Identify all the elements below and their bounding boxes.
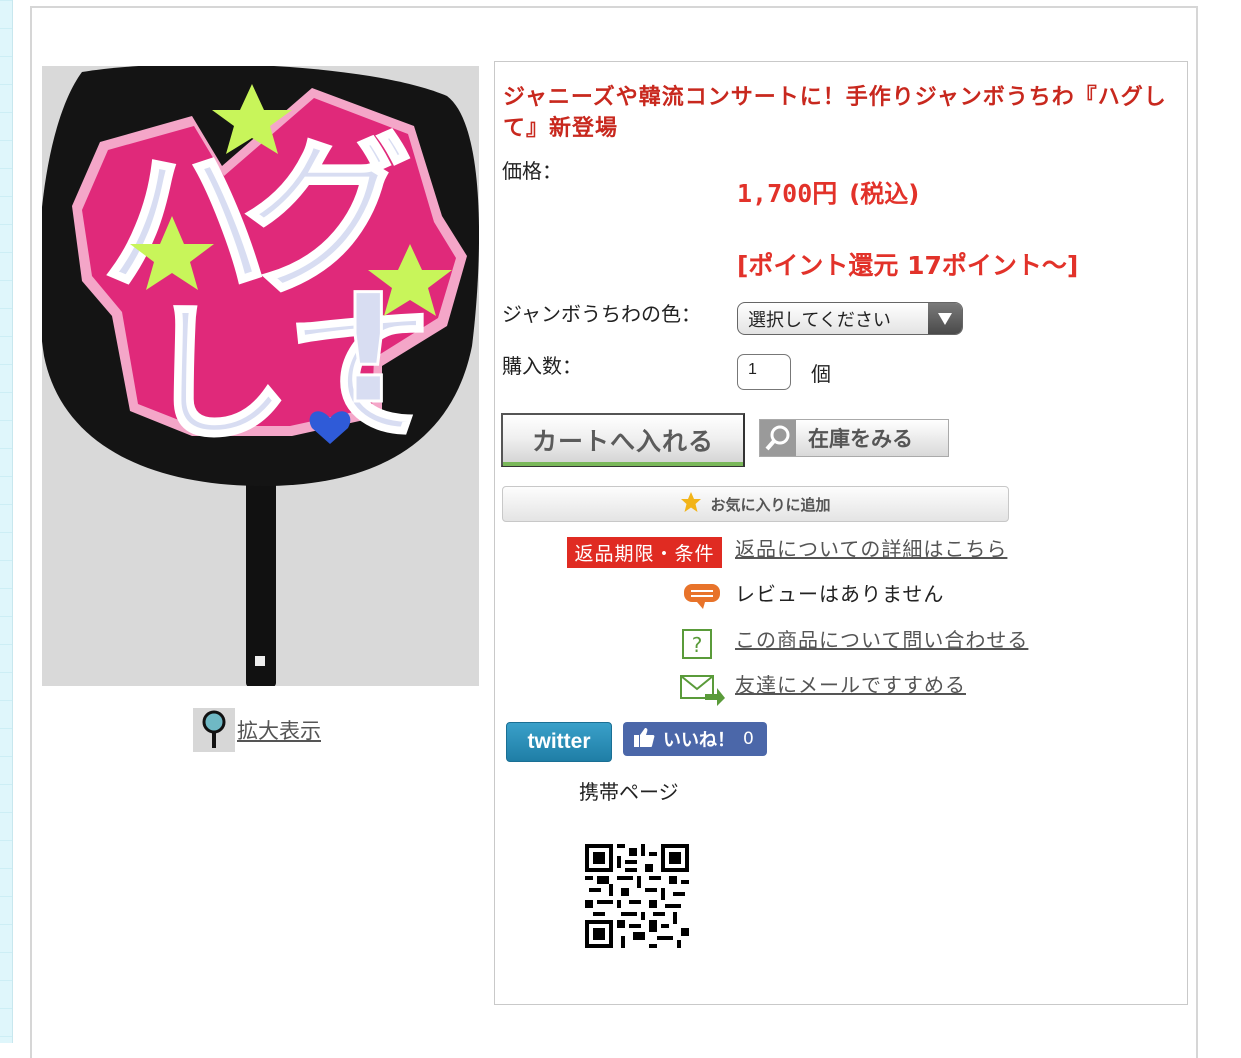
review-bubble-icon — [683, 582, 723, 614]
price-amount: 1,700円 — [737, 179, 838, 208]
page-left-background-strip — [0, 0, 13, 1043]
color-select[interactable]: 選択してください — [737, 302, 963, 335]
search-icon — [760, 420, 796, 456]
qr-code — [585, 844, 689, 948]
reviews-text: レビューはありません — [735, 582, 945, 606]
star-icon — [680, 491, 702, 517]
twitter-share-button[interactable]: twitter — [506, 722, 612, 762]
zoom-link[interactable]: 拡大表示 — [237, 715, 321, 745]
svg-text:?: ? — [692, 633, 703, 657]
add-to-cart-button[interactable]: カートへ入れる — [501, 413, 745, 467]
product-image[interactable]: ハ グ して ! — [42, 66, 479, 686]
check-stock-button[interactable]: 在庫をみる — [759, 419, 949, 457]
return-details-link[interactable]: 返品についての詳細はこちら — [735, 533, 1007, 562]
check-stock-label: 在庫をみる — [808, 427, 913, 451]
help-question-icon: ? — [681, 628, 713, 664]
color-select-value: 選択してください — [748, 309, 891, 331]
quantity-label: 購入数： — [502, 354, 582, 378]
color-label: ジャンボうちわの色： — [502, 302, 701, 326]
quantity-unit: 個 — [811, 362, 831, 386]
mail-forward-icon — [679, 672, 725, 710]
price-tax-note: (税込) — [849, 180, 920, 208]
facebook-like-button[interactable]: いいね！ 0 — [623, 722, 767, 756]
quantity-input[interactable]: 1 — [737, 354, 791, 390]
thumbs-up-icon — [633, 726, 655, 753]
mobile-page-label: 携帯ページ — [579, 780, 679, 804]
add-to-favorites-button[interactable]: お気に入りに追加 — [502, 486, 1009, 522]
like-label: いいね！ — [663, 730, 735, 751]
inquiry-link[interactable]: この商品について問い合わせる — [735, 624, 1028, 653]
like-count: 0 — [743, 729, 754, 749]
price-value: 1,700円 (税込) — [737, 174, 919, 210]
product-info-panel: ジャニーズや韓流コンサートに！手作りジャンボうちわ『ハグして』新登場 価格： 1… — [494, 61, 1188, 1005]
add-to-favorites-label: お気に入りに追加 — [710, 495, 831, 514]
return-policy-badge: 返品期限・条件 — [567, 537, 722, 568]
product-title: ジャニーズや韓流コンサートに！手作りジャンボうちわ『ハグして』新登場 — [503, 85, 1167, 141]
uchiwa-illustration: ハ グ して ! — [42, 66, 479, 686]
zoom-row: 拡大表示 — [193, 708, 321, 752]
price-label: 価格： — [502, 159, 562, 183]
magnifier-icon[interactable] — [193, 708, 235, 752]
chevron-down-icon — [928, 303, 962, 334]
points-note: [ポイント還元 17ポイント～] — [737, 251, 1079, 280]
recommend-friend-link[interactable]: 友達にメールですすめる — [735, 669, 966, 698]
